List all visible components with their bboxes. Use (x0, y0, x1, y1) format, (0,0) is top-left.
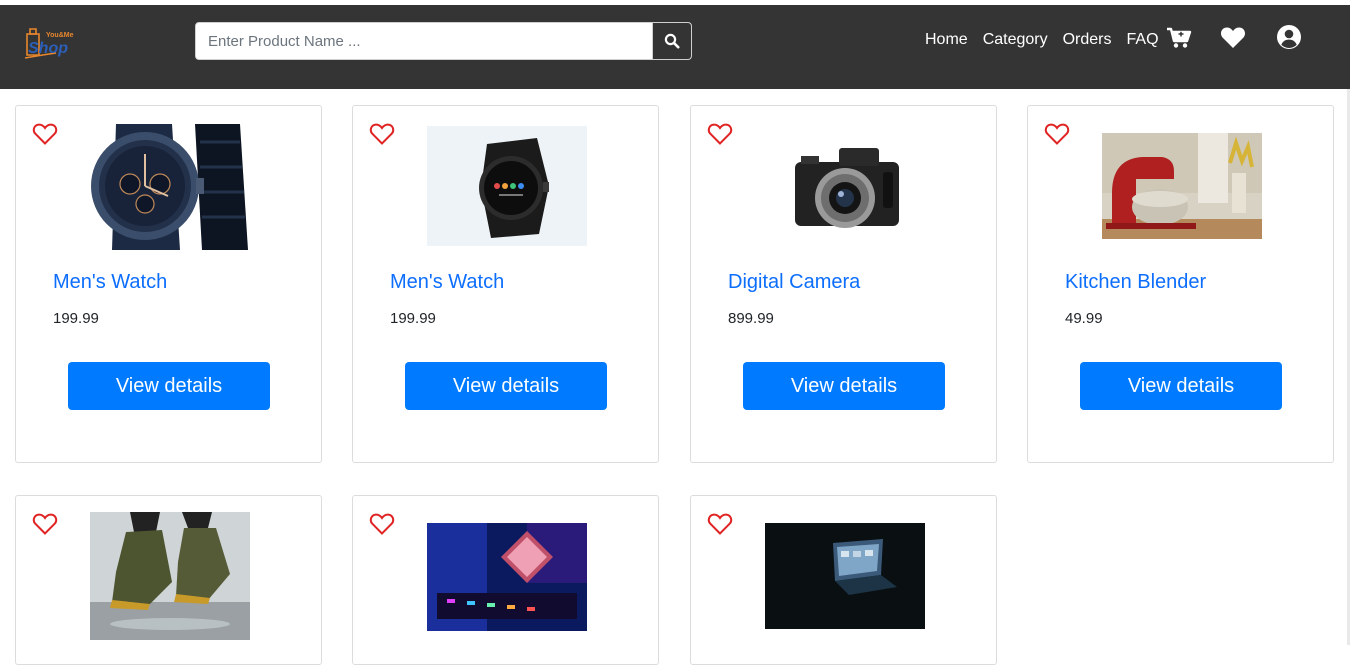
product-image-smartwatch (427, 126, 587, 246)
product-image-sneakers (90, 512, 250, 640)
search-button[interactable] (652, 23, 691, 59)
product-card: Kitchen Blender 49.99 View details (1027, 105, 1334, 463)
navbar: You&Me Shop Home Category Orders FAQ (0, 5, 1350, 89)
product-card (352, 495, 659, 665)
cart-icon[interactable] (1166, 27, 1192, 49)
nav-orders[interactable]: Orders (1063, 31, 1112, 49)
product-price: 49.99 (1065, 310, 1103, 327)
nav-links: Home Category Orders FAQ (925, 31, 1174, 49)
logo-tagline: You&Me (46, 32, 74, 39)
nav-faq[interactable]: FAQ (1127, 31, 1159, 49)
nav-category[interactable]: Category (983, 31, 1048, 49)
product-price: 199.99 (53, 310, 99, 327)
shop-logo[interactable]: You&Me Shop (22, 25, 78, 65)
product-card: Digital Camera 899.99 View details (690, 105, 997, 463)
favorite-heart-icon[interactable] (32, 512, 58, 536)
product-card: Men's Watch 199.99 View details (352, 105, 659, 463)
product-image-laptop (765, 523, 925, 629)
product-name-link[interactable]: Men's Watch (390, 271, 504, 294)
product-image-camera (765, 132, 925, 242)
favorite-heart-icon[interactable] (707, 512, 733, 536)
product-card: Men's Watch 199.99 View details (15, 105, 322, 463)
product-name-link[interactable]: Men's Watch (53, 271, 167, 294)
view-details-button[interactable]: View details (68, 362, 270, 410)
view-details-button[interactable]: View details (743, 362, 945, 410)
favorite-heart-icon[interactable] (369, 512, 395, 536)
favorite-heart-icon[interactable] (32, 122, 58, 146)
product-image-analog-watch (90, 122, 250, 252)
favorite-heart-icon[interactable] (707, 122, 733, 146)
product-name-link[interactable]: Kitchen Blender (1065, 271, 1206, 294)
view-details-button[interactable]: View details (405, 362, 607, 410)
search-bar (195, 22, 692, 60)
search-icon (664, 33, 680, 49)
wishlist-heart-icon[interactable] (1220, 26, 1246, 49)
logo-wordmark: Shop (28, 40, 68, 57)
user-circle-icon[interactable] (1277, 25, 1301, 49)
product-name-link[interactable]: Digital Camera (728, 271, 860, 294)
view-details-button[interactable]: View details (1080, 362, 1282, 410)
search-input[interactable] (196, 23, 653, 59)
product-card (15, 495, 322, 665)
product-image-gaming-setup (427, 523, 587, 631)
favorite-heart-icon[interactable] (1044, 122, 1070, 146)
product-image-stand-mixer (1102, 133, 1262, 239)
product-price: 899.99 (728, 310, 774, 327)
product-price: 199.99 (390, 310, 436, 327)
favorite-heart-icon[interactable] (369, 122, 395, 146)
nav-home[interactable]: Home (925, 31, 968, 49)
product-card (690, 495, 997, 665)
